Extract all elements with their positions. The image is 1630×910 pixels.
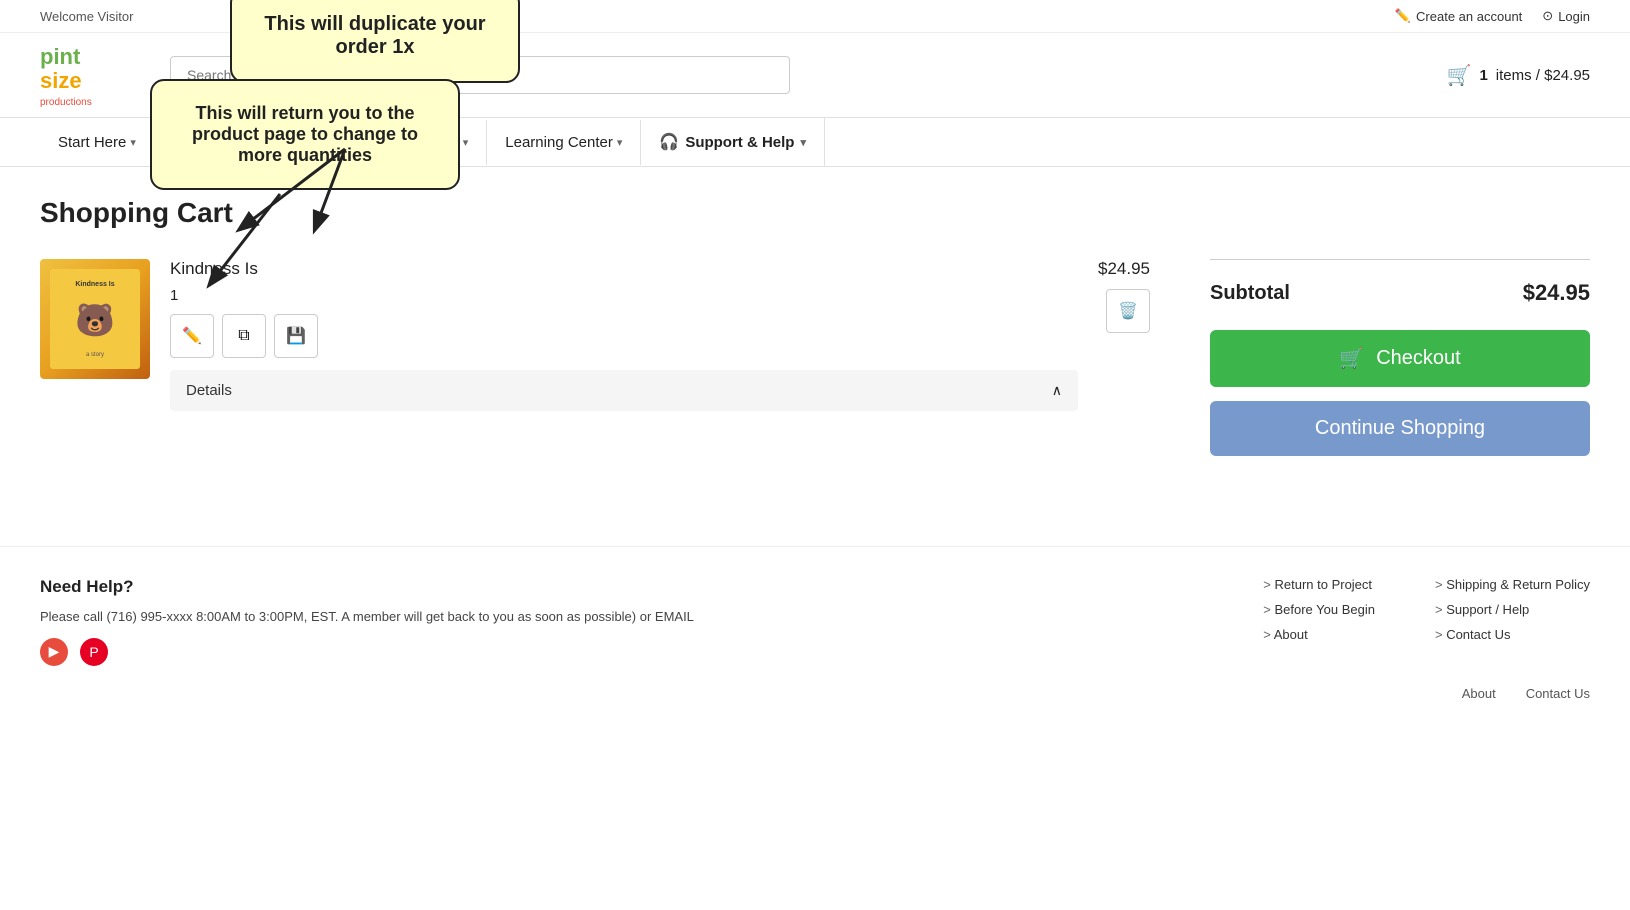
welcome-text: Welcome Visitor (40, 9, 133, 24)
logo-size: size (40, 68, 82, 93)
cart-items: Kindness Is 🐻 a story Kindness Is 1 ✏️ (40, 259, 1150, 456)
logo-pint: pint (40, 44, 80, 69)
footer-link-contact[interactable]: Contact Us (1435, 627, 1590, 642)
item-name: Kindness Is (170, 259, 1078, 279)
cart-text: items / $24.95 (1496, 67, 1590, 84)
duplicate-button[interactable]: ⧉ (222, 314, 266, 358)
footer-link-col-1: Return to Project Before You Begin About (1263, 577, 1375, 666)
logo-prod: productions (40, 97, 92, 108)
save-button[interactable]: 💾 (274, 314, 318, 358)
footer-bottom: About Contact Us (40, 686, 1590, 701)
chevron-down-icon: ▾ (463, 136, 469, 149)
checkout-button[interactable]: 🛒 Checkout (1210, 330, 1590, 387)
product-thumb-inner: Kindness Is 🐻 a story (50, 269, 140, 369)
pinterest-icon[interactable]: P (80, 638, 108, 666)
tooltip-return: This will return you to the product page… (150, 79, 460, 190)
footer-social: ▶ P (40, 638, 1203, 666)
item-price: $24.95 (1098, 259, 1150, 279)
nav-label-learning: Learning Center (505, 134, 613, 151)
product-thumbnail: Kindness Is 🐻 a story (40, 259, 150, 379)
chevron-down-icon: ▾ (130, 136, 136, 149)
delete-button[interactable]: 🗑️ (1106, 289, 1150, 333)
main-content: Shopping Cart Kindness Is 🐻 a story Kind… (0, 167, 1630, 486)
nav-item-support[interactable]: 🎧 Support & Help ▾ (641, 118, 825, 166)
copy-icon: ⧉ (238, 327, 249, 345)
footer-link-col-2: Shipping & Return Policy Support / Help … (1435, 577, 1590, 666)
pencil-icon: ✏️ (182, 326, 202, 346)
details-chevron-icon: ∧ (1052, 382, 1062, 399)
footer-link-before[interactable]: Before You Begin (1263, 602, 1375, 617)
sidebar-divider (1210, 259, 1590, 260)
subtotal-label: Subtotal (1210, 282, 1290, 305)
pencil-icon: ✏️ (1395, 8, 1411, 24)
nav-item-start-here[interactable]: Start Here ▾ (40, 120, 155, 165)
chevron-down-icon: ▾ (800, 136, 806, 149)
footer: Need Help? Please call (716) 995-xxxx 8:… (0, 546, 1630, 731)
create-account-link[interactable]: ✏️ Create an account (1395, 8, 1522, 24)
cart-icon: 🛒 (1447, 63, 1472, 88)
cart-count: 1 (1479, 67, 1487, 84)
item-actions: ✏️ ⧉ 💾 (170, 314, 1078, 358)
footer-links: Return to Project Before You Begin About… (1263, 577, 1590, 666)
item-row-right: $24.95 🗑️ (1098, 259, 1150, 333)
details-row[interactable]: Details ∧ (170, 370, 1078, 411)
book-bear-icon: 🐻 (75, 301, 115, 339)
footer-link-shipping[interactable]: Shipping & Return Policy (1435, 577, 1590, 592)
headset-icon: 🎧 (659, 132, 679, 152)
cart-checkout-icon: 🛒 (1339, 346, 1364, 371)
nav-label-start-here: Start Here (58, 134, 126, 151)
footer-link-support[interactable]: Support / Help (1435, 602, 1590, 617)
cart-sidebar: Subtotal $24.95 🛒 Checkout Continue Shop… (1210, 259, 1590, 456)
item-quantity: 1 (170, 287, 1078, 304)
nav-item-learning[interactable]: Learning Center ▾ (487, 120, 641, 165)
person-icon: ⊙ (1542, 8, 1553, 24)
edit-button[interactable]: ✏️ (170, 314, 214, 358)
floppy-icon: 💾 (286, 326, 306, 346)
footer-help-title: Need Help? (40, 577, 1203, 597)
chevron-down-icon: ▾ (617, 136, 623, 149)
youtube-icon[interactable]: ▶ (40, 638, 68, 666)
nav-label-support: Support & Help (685, 134, 794, 151)
cart-item: Kindness Is 🐻 a story Kindness Is 1 ✏️ (40, 259, 1150, 431)
details-label: Details (186, 382, 232, 399)
footer-link-return[interactable]: Return to Project (1263, 577, 1375, 592)
logo[interactable]: pint size productions (40, 45, 130, 105)
footer-help-text: Please call (716) 995-xxxx 8:00AM to 3:0… (40, 607, 1203, 628)
footer-about-link[interactable]: About (1462, 686, 1496, 701)
login-link[interactable]: ⊙ Login (1542, 8, 1590, 24)
subtotal-amount: $24.95 (1523, 280, 1590, 306)
tooltip-duplicate: This will duplicate your order 1x (230, 0, 520, 83)
book-subtitle-art: a story (86, 352, 104, 358)
continue-shopping-button[interactable]: Continue Shopping (1210, 401, 1590, 456)
footer-link-about[interactable]: About (1263, 627, 1375, 642)
cart-info[interactable]: 🛒 1 items / $24.95 (1447, 63, 1590, 88)
trash-icon: 🗑️ (1118, 301, 1138, 321)
footer-contact-link[interactable]: Contact Us (1526, 686, 1590, 701)
cart-area: Kindness Is 🐻 a story Kindness Is 1 ✏️ (40, 259, 1590, 456)
page-title: Shopping Cart (40, 197, 1590, 229)
footer-help: Need Help? Please call (716) 995-xxxx 8:… (40, 577, 1203, 666)
footer-content: Need Help? Please call (716) 995-xxxx 8:… (40, 577, 1590, 666)
item-details-wrapper: Kindness Is 1 ✏️ ⧉ 💾 (170, 259, 1078, 411)
subtotal-row: Subtotal $24.95 (1210, 280, 1590, 306)
book-title-art: Kindness Is (75, 281, 114, 288)
top-bar-right: ✏️ Create an account ⊙ Login (1395, 8, 1590, 24)
